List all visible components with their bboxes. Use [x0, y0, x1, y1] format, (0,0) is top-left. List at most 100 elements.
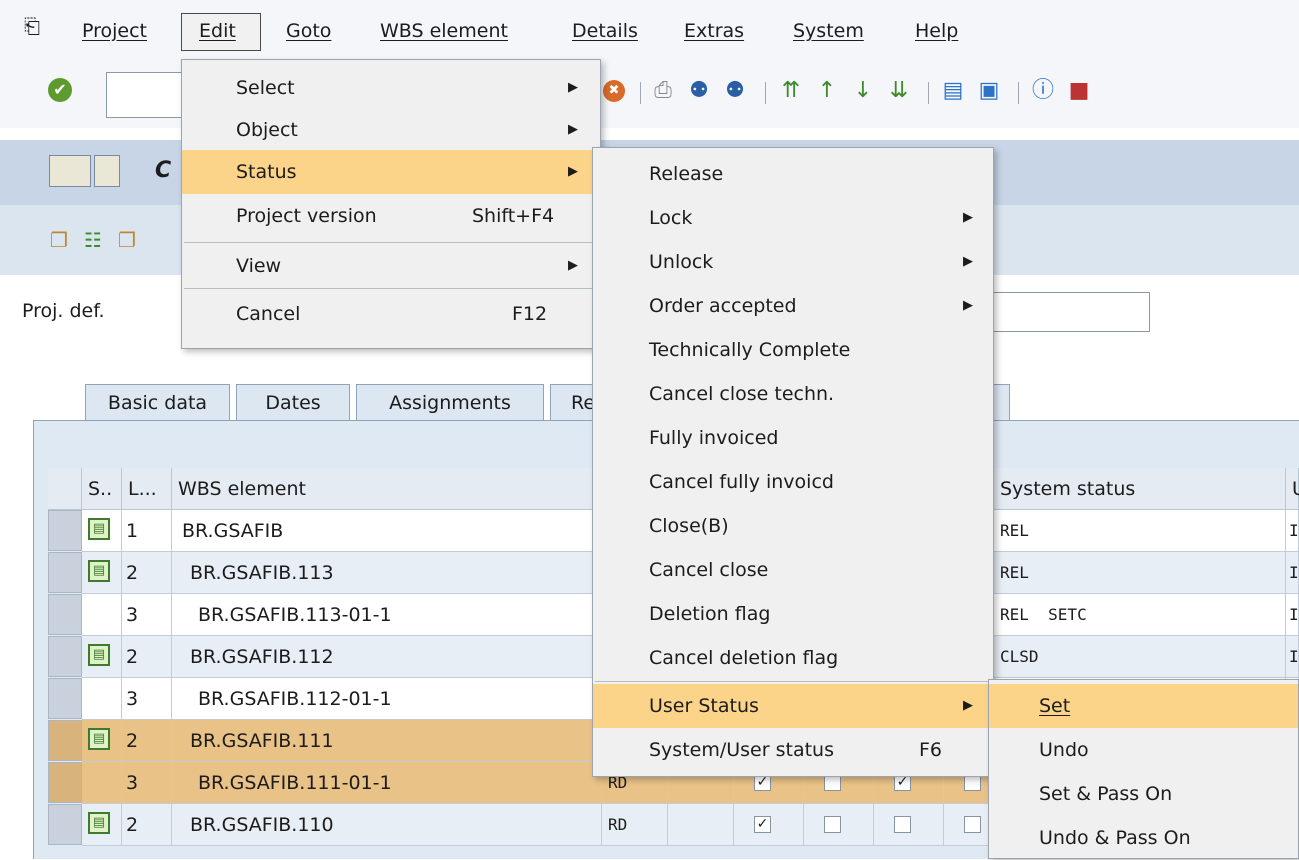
checkbox[interactable]: [824, 816, 841, 833]
menu-item-label: Cancel close techn.: [649, 383, 835, 405]
wbs-element-cell[interactable]: BR.GSAFIB.111: [172, 720, 602, 762]
wbs-element-cell[interactable]: BR.GSAFIB.112-01-1: [172, 678, 602, 720]
checkbox[interactable]: [964, 816, 981, 833]
wbs-detail-icon[interactable]: ▤: [88, 560, 110, 582]
wbs-detail-icon[interactable]: ▤: [88, 644, 110, 666]
row-selector[interactable]: [48, 594, 82, 635]
menu-item-unlock[interactable]: Unlock ▶: [593, 240, 993, 284]
menu-item-cancel-close-techn[interactable]: Cancel close techn.: [593, 372, 993, 416]
menu-item-technically-complete[interactable]: Technically Complete: [593, 328, 993, 372]
enter-check-icon[interactable]: ✔: [48, 78, 72, 102]
menu-item-set[interactable]: Set: [989, 684, 1298, 728]
menu-item-lock[interactable]: Lock ▶: [593, 196, 993, 240]
menu-item-cancel-close[interactable]: Cancel close: [593, 548, 993, 592]
previous-page-icon[interactable]: ↑: [814, 78, 840, 104]
menu-item-status[interactable]: Status ▶: [182, 150, 600, 194]
wbs-element-cell[interactable]: BR.GSAFIB: [172, 510, 602, 552]
menu-system[interactable]: System: [793, 20, 864, 42]
row-selector[interactable]: [48, 636, 82, 677]
wbs-element-cell[interactable]: BR.GSAFIB.110: [172, 804, 602, 846]
menu-item-view[interactable]: View ▶: [182, 244, 600, 288]
menu-item-project-version[interactable]: Project version Shift+F4: [182, 194, 600, 238]
system-status-cell: REL: [994, 552, 1286, 594]
column-header-user-status-label: U: [1292, 478, 1299, 500]
wbs-element-cell[interactable]: BR.GSAFIB.113-01-1: [172, 594, 602, 636]
menu-goto[interactable]: Goto: [286, 20, 331, 42]
column-header-wbs[interactable]: WBS element: [172, 468, 602, 510]
wbs-detail-icon[interactable]: ▤: [88, 728, 110, 750]
menu-item-fully-invoiced[interactable]: Fully invoiced: [593, 416, 993, 460]
create-icon[interactable]: ❐: [50, 228, 68, 252]
menu-item-user-status[interactable]: User Status ▶: [593, 684, 993, 728]
row-selector[interactable]: [48, 762, 82, 803]
row-selector[interactable]: [48, 720, 82, 761]
menu-item-label: Deletion flag: [649, 603, 771, 625]
column-header-system-status[interactable]: System status: [994, 468, 1286, 510]
menu-bar-icon[interactable]: ⎗: [24, 14, 40, 38]
select-all-cell[interactable]: [48, 468, 82, 510]
submenu-arrow-icon: ▶: [568, 80, 578, 95]
row-selector[interactable]: [48, 510, 82, 551]
row-selector[interactable]: [48, 678, 82, 719]
menu-item-undo-label: Undo: [1039, 739, 1089, 761]
menu-details[interactable]: Details: [572, 20, 638, 42]
submenu-arrow-icon: ▶: [963, 698, 973, 713]
menu-extras[interactable]: Extras: [684, 20, 744, 42]
menu-item-cancel[interactable]: Cancel F12: [182, 292, 600, 336]
context-icon[interactable]: [49, 155, 91, 187]
row-selector[interactable]: [48, 552, 82, 593]
row-selector[interactable]: [48, 804, 82, 845]
find-next-icon[interactable]: ⚉: [722, 78, 748, 104]
column-header-status[interactable]: S..: [82, 468, 122, 510]
menu-item-deletion-flag[interactable]: Deletion flag: [593, 592, 993, 636]
menu-item-status-label: Status: [236, 161, 297, 183]
tab-dates[interactable]: Dates: [236, 384, 350, 421]
wbs-detail-icon[interactable]: ▤: [88, 518, 110, 540]
menu-item-object-label: Object: [236, 119, 298, 141]
column-header-user-status[interactable]: U: [1286, 468, 1299, 510]
menu-item-undo-pass-on[interactable]: Undo & Pass On: [989, 816, 1298, 860]
checkbox[interactable]: ✓: [754, 816, 771, 833]
menu-item-set-pass-on[interactable]: Set & Pass On: [989, 772, 1298, 816]
command-field[interactable]: [106, 72, 190, 118]
menu-help[interactable]: Help: [915, 20, 958, 42]
menu-item-undo-pass-on-label: Undo & Pass On: [1039, 827, 1191, 849]
menu-item-order-accepted[interactable]: Order accepted ▶: [593, 284, 993, 328]
cancel-icon[interactable]: ✖: [603, 80, 625, 102]
find-icon[interactable]: ⚉: [686, 78, 712, 104]
menu-item-cancel-fully-invoicd[interactable]: Cancel fully invoicd: [593, 460, 993, 504]
menu-project[interactable]: Project: [82, 20, 147, 42]
tab-basic-data[interactable]: Basic data: [85, 384, 230, 421]
menu-item-close-b[interactable]: Close(B): [593, 504, 993, 548]
menu-item-object[interactable]: Object ▶: [182, 108, 600, 152]
new-session-icon[interactable]: ▤: [940, 78, 966, 104]
menu-wbs-element[interactable]: WBS element: [380, 20, 508, 42]
wbs-element-cell[interactable]: BR.GSAFIB.113: [172, 552, 602, 594]
context-dropdown-icon[interactable]: [94, 155, 120, 187]
menu-edit[interactable]: Edit: [181, 13, 261, 51]
hierarchy-icon[interactable]: ☷: [84, 228, 102, 252]
menu-item-cancel-deletion-flag[interactable]: Cancel deletion flag: [593, 636, 993, 680]
menu-item-system-user-status[interactable]: System/User status F6: [593, 728, 993, 772]
wbs-element-cell[interactable]: BR.GSAFIB.112: [172, 636, 602, 678]
menu-item-undo[interactable]: Undo: [989, 728, 1298, 772]
wbs-element-cell[interactable]: BR.GSAFIB.111-01-1: [172, 762, 602, 804]
first-page-icon[interactable]: ⇈: [778, 78, 804, 104]
status-cell: [82, 762, 122, 804]
help-icon[interactable]: ⓘ: [1030, 78, 1056, 104]
copy-icon[interactable]: ❐: [118, 228, 136, 252]
tab-assignments[interactable]: Assignments: [356, 384, 544, 421]
tab-assignments-label: Assignments: [389, 392, 511, 414]
wbs-detail-icon[interactable]: ▤: [88, 812, 110, 834]
projdef-description-field[interactable]: [990, 292, 1150, 332]
menu-item-release[interactable]: Release: [593, 152, 993, 196]
menu-item-select[interactable]: Select ▶: [182, 66, 600, 110]
next-page-icon[interactable]: ↓: [850, 78, 876, 104]
checkbox[interactable]: [894, 816, 911, 833]
shortcut-icon[interactable]: ▣: [976, 78, 1002, 104]
status-cell: ▤: [82, 636, 122, 678]
layout-icon[interactable]: ■: [1066, 78, 1092, 104]
column-header-level[interactable]: L...: [122, 468, 172, 510]
print-icon[interactable]: ⎙: [650, 78, 676, 104]
last-page-icon[interactable]: ⇊: [886, 78, 912, 104]
